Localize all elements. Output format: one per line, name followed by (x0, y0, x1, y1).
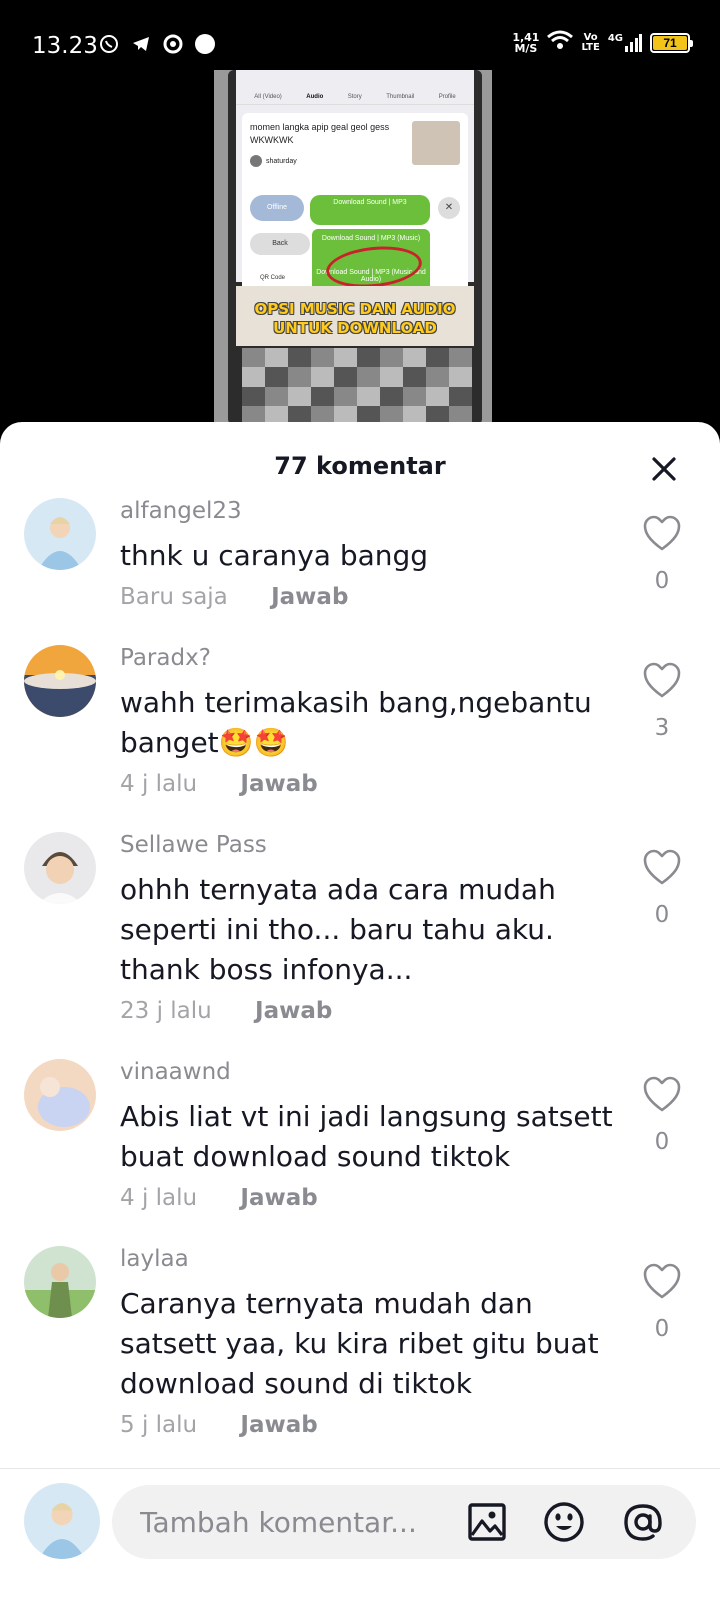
my-avatar (24, 1483, 100, 1559)
signal-icon: 4G (608, 33, 642, 52)
like-count: 0 (654, 902, 670, 928)
comment-time: 23 j lalu (120, 998, 212, 1024)
comment-username[interactable]: alfangel23 (120, 498, 242, 524)
comment-username[interactable]: Sellawe Pass (120, 832, 267, 858)
heart-icon[interactable] (642, 1262, 682, 1302)
emoji-icon[interactable] (543, 1501, 585, 1543)
comment-username[interactable]: vinaawnd (120, 1059, 231, 1085)
comment-item: vinaawnd Abis liat vt ini jadi langsung … (0, 1059, 720, 1229)
like-count: 0 (654, 1129, 670, 1155)
comment-time: 4 j lalu (120, 1185, 198, 1211)
video-thumbnail (412, 121, 460, 165)
comments-title: 77 komentar (274, 452, 446, 480)
comment-meta: 5 j lalu Jawab (120, 1412, 318, 1438)
video-caption-banner: OPSI MUSIC DAN AUDIO UNTUK DOWNLOAD (236, 286, 474, 346)
comment-time: 4 j lalu (120, 771, 198, 797)
status-time: 13.23 (32, 33, 98, 59)
comment-text: wahh terimakasih bang,ngebantu banget🤩🤩 (120, 686, 592, 759)
comment-time: Baru saja (120, 584, 228, 610)
comment-username[interactable]: Paradx? (120, 645, 211, 671)
comment-text: Abis liat vt ini jadi langsung satsett b… (120, 1100, 613, 1173)
whatsapp-icon (98, 33, 120, 55)
comment-meta: 23 j lalu Jawab (120, 998, 332, 1024)
status-notification-icons (98, 33, 216, 55)
comment-meta: 4 j lalu Jawab (120, 771, 318, 797)
like-count: 0 (654, 568, 670, 594)
comment-input-pill[interactable] (112, 1485, 696, 1559)
avatar[interactable] (24, 832, 96, 904)
comment-meta: Baru saja Jawab (120, 584, 348, 610)
reply-button[interactable]: Jawab (271, 584, 348, 610)
reply-button[interactable]: Jawab (240, 1185, 317, 1211)
status-right: 1,41 M/S Vo LTE 4G 71 (512, 30, 693, 55)
like-count: 0 (654, 1316, 670, 1342)
image-icon[interactable] (466, 1501, 508, 1543)
heart-icon[interactable] (642, 848, 682, 888)
heart-icon[interactable] (642, 1075, 682, 1115)
comment-text: Caranya ternyata mudah dan satsett yaa, … (120, 1287, 599, 1400)
comment-text: ohhh ternyata ada cara mudah seperti ini… (120, 873, 556, 986)
heart-icon[interactable] (642, 514, 682, 554)
close-icon[interactable] (647, 452, 681, 486)
telegram-icon (130, 33, 152, 55)
comments-sheet: 77 komentar alfangel23 thnk u caranya ba… (0, 422, 720, 1600)
comment-input[interactable] (140, 1503, 440, 1541)
comment-username[interactable]: laylaa (120, 1246, 189, 1272)
avatar[interactable] (24, 1246, 96, 1318)
pixelated-area (242, 348, 472, 425)
heart-icon[interactable] (642, 661, 682, 701)
comment-item: Paradx? wahh terimakasih bang,ngebantu b… (0, 645, 720, 815)
net-speed: 1,41 M/S (512, 30, 540, 55)
battery-icon: 71 (650, 32, 693, 53)
volte-label: Vo LTE (581, 31, 600, 53)
avatar[interactable] (24, 1059, 96, 1131)
comment-item: alfangel23 thnk u caranya bangg Baru saj… (0, 498, 720, 638)
chrome-icon (162, 33, 184, 55)
comment-meta: 4 j lalu Jawab (120, 1185, 318, 1211)
like-count: 3 (654, 715, 670, 741)
mention-icon[interactable] (622, 1501, 664, 1543)
video-card: momen langka apip geal geol gess WKWKWK … (242, 113, 468, 299)
phone-in-video: All (Video) Audio Story Thumbnail Profil… (228, 70, 482, 425)
video-preview[interactable]: All (Video) Audio Story Thumbnail Profil… (214, 70, 492, 425)
reply-button[interactable]: Jawab (240, 771, 317, 797)
video-app-tabs: All (Video) Audio Story Thumbnail Profil… (236, 70, 474, 105)
avatar[interactable] (24, 645, 96, 717)
comment-text: thnk u caranya bangg (120, 539, 429, 572)
comment-item: Sellawe Pass ohhh ternyata ada cara muda… (0, 832, 720, 1042)
reply-button[interactable]: Jawab (255, 998, 332, 1024)
reply-button[interactable]: Jawab (240, 1412, 317, 1438)
phone-screen: All (Video) Audio Story Thumbnail Profil… (236, 70, 474, 299)
dot-icon (194, 33, 216, 55)
comment-item: laylaa Caranya ternyata mudah dan satset… (0, 1246, 720, 1456)
avatar[interactable] (24, 498, 96, 570)
comment-time: 5 j lalu (120, 1412, 198, 1438)
comment-input-bar (0, 1468, 720, 1600)
wifi-icon (547, 30, 574, 55)
